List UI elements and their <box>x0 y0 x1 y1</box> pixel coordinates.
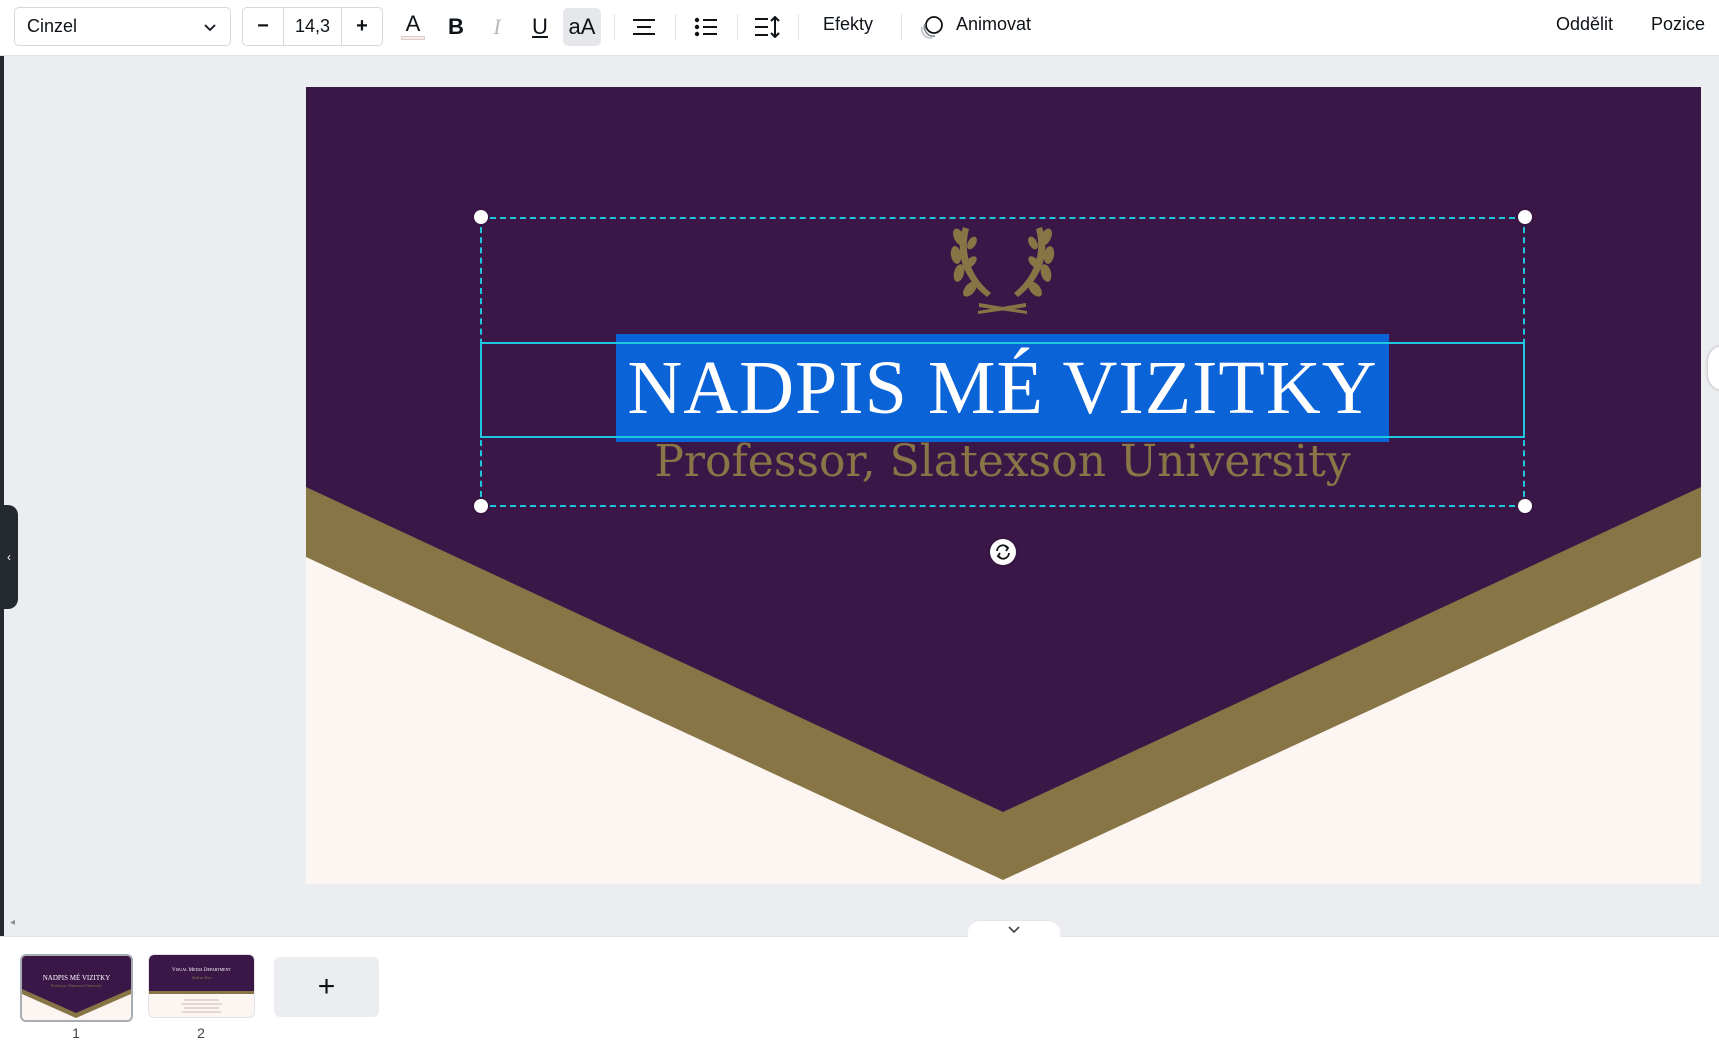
rotate-icon <box>996 544 1010 560</box>
font-size-increase-button[interactable]: + <box>342 8 382 45</box>
underline-button[interactable]: U <box>521 8 559 46</box>
page-thumbnail-1[interactable]: NADPIS MÉ VIZITKY Professor, Slatexson U… <box>20 954 133 1022</box>
text-color-button[interactable]: A <box>394 8 432 46</box>
font-family-dropdown[interactable]: Cinzel <box>14 7 231 46</box>
side-panel-edge <box>0 56 4 936</box>
resize-handle-bottom-right[interactable] <box>1518 499 1532 513</box>
add-page-button[interactable]: + <box>274 957 379 1017</box>
spacing-button[interactable] <box>748 8 786 46</box>
effects-button[interactable]: Efekty <box>823 14 873 35</box>
bullet-list-icon <box>694 17 717 37</box>
page-thumbnails-panel <box>0 936 1719 1053</box>
animate-icon <box>920 16 943 39</box>
italic-button[interactable]: I <box>478 8 516 46</box>
page-side-handle[interactable] <box>1708 346 1719 390</box>
scroll-left-arrow[interactable]: ◂ <box>10 917 15 928</box>
pages-panel-toggle[interactable] <box>968 920 1060 938</box>
font-size-stepper: − 14,3 + <box>242 7 383 46</box>
bold-button[interactable]: B <box>437 8 475 46</box>
chevron-left-icon: ‹ <box>7 550 11 564</box>
page-number-1: 1 <box>72 1025 80 1041</box>
resize-handle-top-left[interactable] <box>474 210 488 224</box>
thumbnail-subtitle: Andrea Kim <box>191 975 212 980</box>
toolbar-divider <box>614 14 615 40</box>
thumbnail-title: NADPIS MÉ VIZITKY <box>42 974 111 982</box>
rotate-handle[interactable] <box>990 539 1016 565</box>
font-family-value: Cinzel <box>27 16 78 36</box>
toolbar-divider <box>901 14 902 40</box>
animate-icon-button[interactable] <box>913 8 951 46</box>
page-number-2: 2 <box>197 1025 205 1041</box>
text-toolbar: Cinzel − 14,3 + A B I U aA Efekty Animov… <box>0 0 1719 56</box>
resize-handle-top-right[interactable] <box>1518 210 1532 224</box>
letter-case-button[interactable]: aA <box>563 8 601 46</box>
ungroup-button[interactable]: Oddělit <box>1556 14 1613 35</box>
thumbnail-preview <box>22 956 131 1020</box>
toolbar-divider <box>798 14 799 40</box>
chevron-down-icon <box>1008 925 1020 933</box>
page-thumbnail-2[interactable]: Visual Media Department Andrea Kim <box>148 954 255 1018</box>
toolbar-divider <box>675 14 676 40</box>
text-color-icon: A <box>401 13 425 40</box>
card-subtitle[interactable]: Professor, Slatexson University <box>480 436 1525 487</box>
align-button[interactable] <box>625 8 663 46</box>
side-panel-toggle[interactable]: ‹ <box>0 505 18 609</box>
position-button[interactable]: Pozice <box>1651 14 1705 35</box>
card-title[interactable]: NADPIS MÉ VIZITKY <box>616 334 1389 442</box>
toolbar-divider <box>737 14 738 40</box>
resize-handle-bottom-left[interactable] <box>474 499 488 513</box>
thumbnail-subtitle: Professor, Slatexson University <box>51 983 102 988</box>
font-size-decrease-button[interactable]: − <box>243 8 283 45</box>
chevron-down-icon <box>204 23 216 31</box>
animate-button[interactable]: Animovat <box>956 14 1031 35</box>
align-center-icon <box>633 19 655 35</box>
list-button[interactable] <box>687 8 725 46</box>
font-size-input[interactable]: 14,3 <box>283 8 342 45</box>
line-spacing-icon <box>755 16 780 38</box>
laurel-wreath-icon <box>950 227 1055 314</box>
thumbnail-title: Visual Media Department <box>172 968 231 973</box>
thumbnail-preview <box>149 955 254 1017</box>
